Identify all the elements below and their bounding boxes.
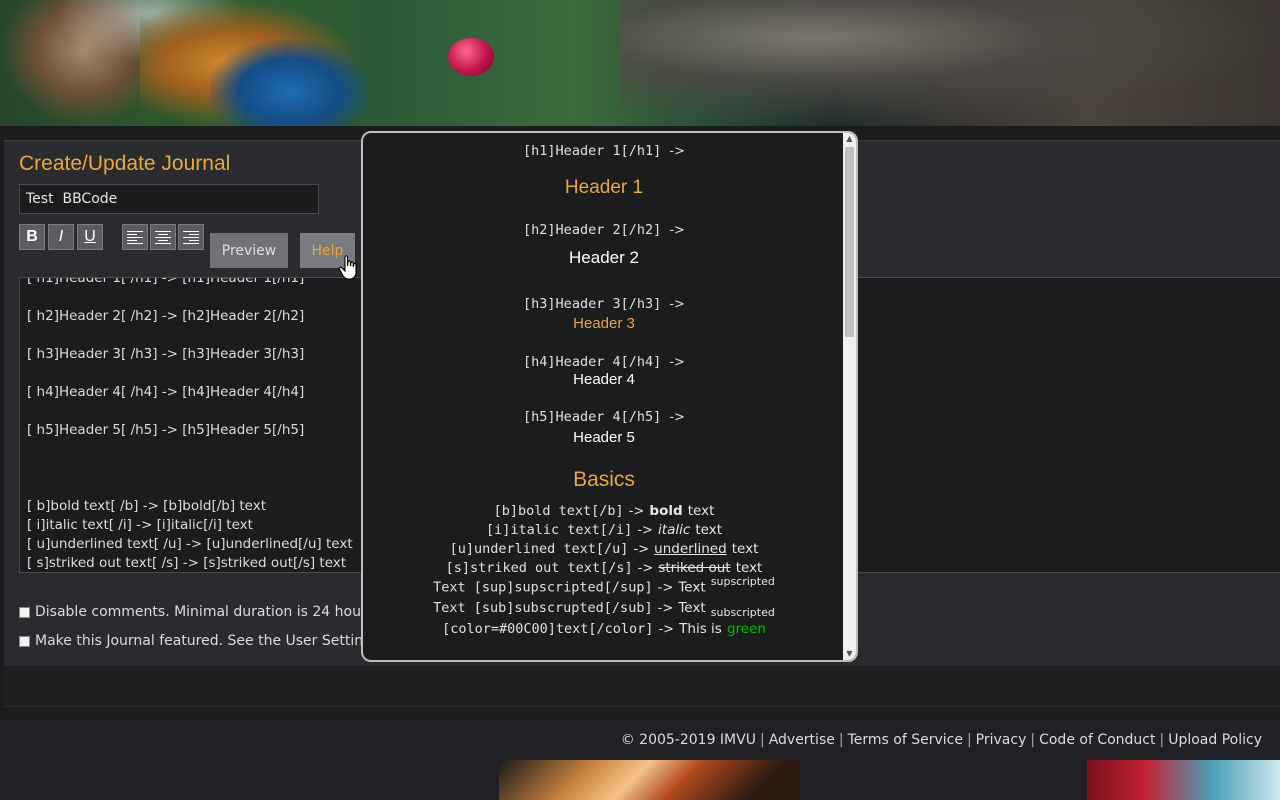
copyright-text: © 2005-2019 IMVU	[620, 732, 756, 748]
editor-line: [ h1]Header 1[ /h1] -> [h1]Header 1[/h1]	[27, 277, 305, 286]
h5-result: Header 5	[573, 429, 635, 446]
editor-line: [ i]italic text[ /i] -> [i]italic[/i] te…	[27, 517, 253, 533]
footer-links: © 2005-2019 IMVU | Advertise | Terms of Serv…	[620, 732, 1262, 748]
editor-line: [ h3]Header 3[ /h3] -> [h3]Header 3[/h3]	[27, 346, 305, 362]
h2-example: [h2]Header 2[/h2] ->	[523, 222, 685, 238]
align-center-icon	[155, 230, 171, 244]
featured-option[interactable]: Make this Journal featured. See the User…	[19, 633, 372, 649]
hand-cursor-icon	[338, 255, 357, 280]
footer-link-code-of-conduct[interactable]: Code of Conduct	[1039, 732, 1155, 748]
form-bottom-bar	[4, 666, 1280, 706]
help-popup-content: [h1]Header 1[/h1] -> Header 1 [h2]Header…	[363, 133, 845, 660]
bbcode-help-popup: [h1]Header 1[/h1] -> Header 1 [h2]Header…	[361, 131, 858, 662]
disable-comments-label: Disable comments. Minimal duration is 24…	[35, 604, 367, 620]
underline-button[interactable]: U	[77, 224, 103, 250]
align-left-button[interactable]	[122, 224, 148, 250]
footer-link-privacy[interactable]: Privacy	[976, 732, 1027, 748]
align-left-icon	[127, 230, 143, 244]
editor-line: [ h5]Header 5[ /h5] -> [h5]Header 5[/h5]	[27, 422, 305, 438]
color-example: [color=#00C00]text[/color] -> This is gr…	[442, 621, 766, 637]
header-banner-image	[0, 0, 1280, 126]
h5-example: [h5]Header 4[/h5] ->	[523, 409, 685, 425]
scroll-up-arrow-icon[interactable]: ▲	[843, 133, 856, 145]
advertisement-banner[interactable]	[499, 760, 799, 800]
align-right-icon	[183, 230, 199, 244]
bold-button[interactable]: B	[19, 224, 45, 250]
h3-example: [h3]Header 3[/h3] ->	[523, 296, 685, 312]
scroll-down-arrow-icon[interactable]: ▼	[843, 648, 856, 660]
align-right-button[interactable]	[178, 224, 204, 250]
disable-comments-checkbox[interactable]	[19, 606, 30, 618]
superscript-example: Text [sup]supscripted[/sup] -> Text sups…	[433, 575, 775, 596]
basics-heading: Basics	[573, 468, 635, 491]
underline-example: [u]underlined text[/u] -> underlined tex…	[449, 541, 759, 557]
editor-line: [ b]bold text[ /b] -> [b]bold[/b] text	[27, 498, 267, 514]
popup-scrollbar[interactable]: ▲ ▼	[843, 133, 856, 660]
h4-example: [h4]Header 4[/h4] ->	[523, 354, 685, 370]
h1-example: [h1]Header 1[/h1] ->	[523, 143, 685, 159]
h2-result: Header 2	[569, 248, 639, 267]
editor-line: [ s]striked out text[ /s] -> [s]striked …	[27, 555, 347, 571]
strike-example: [s]striked out text[/s] -> striked out t…	[445, 560, 763, 576]
italic-button[interactable]: I	[48, 224, 74, 250]
featured-label: Make this Journal featured. See the User…	[35, 633, 373, 649]
preview-button[interactable]: Preview	[210, 233, 288, 268]
advertisement-banner[interactable]	[1087, 760, 1280, 800]
footer-link-advertise[interactable]: Advertise	[769, 732, 835, 748]
footer-link-terms[interactable]: Terms of Service	[848, 732, 963, 748]
h3-result: Header 3	[573, 315, 635, 332]
italic-example: [i]italic text[/i] -> italic text	[485, 522, 723, 538]
editor-line: [ h2]Header 2[ /h2] -> [h2]Header 2[/h2]	[27, 308, 305, 324]
h1-result: Header 1	[564, 177, 644, 198]
h4-result: Header 4	[573, 371, 635, 388]
page-title: Create/Update Journal	[19, 152, 231, 175]
align-center-button[interactable]	[150, 224, 176, 250]
disable-comments-option[interactable]: Disable comments. Minimal duration is 24…	[19, 604, 367, 620]
featured-checkbox[interactable]	[19, 635, 30, 647]
editor-line: [ u]underlined text[ /u] -> [u]underline…	[27, 536, 353, 552]
editor-line: [ h4]Header 4[ /h4] -> [h4]Header 4[/h4]	[27, 384, 305, 400]
scrollbar-thumb[interactable]	[845, 147, 854, 337]
apple-artwork	[448, 38, 494, 76]
bold-example: [b]bold text[/b] -> bold text	[493, 503, 715, 519]
footer-link-upload-policy[interactable]: Upload Policy	[1168, 732, 1262, 748]
subscript-example: Text [sub]subscrupted[/sub] -> Text subs…	[433, 600, 775, 620]
journal-title-input[interactable]	[19, 184, 319, 214]
